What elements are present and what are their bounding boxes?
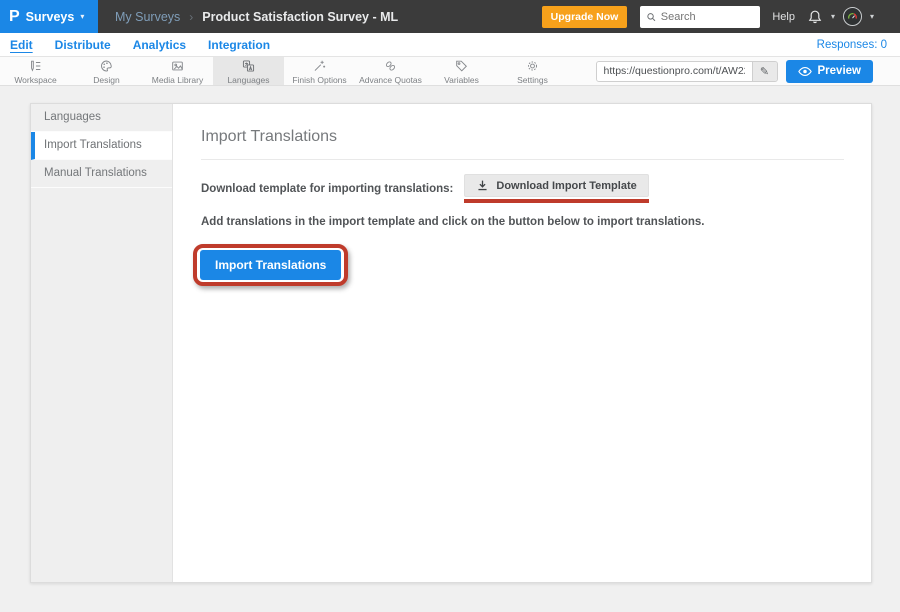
import-translations-button[interactable]: Import Translations xyxy=(200,250,341,280)
languages-sidebar: Languages Import Translations Manual Tra… xyxy=(31,104,173,582)
top-bar: P Surveys ▾ My Surveys › Product Satisfa… xyxy=(0,0,900,33)
toolbar-item-languages[interactable]: Languages xyxy=(213,57,284,85)
preview-button-label: Preview xyxy=(818,65,861,77)
edit-toolbar: Workspace Design Media Library Languages… xyxy=(0,57,900,86)
tab-distribute[interactable]: Distribute xyxy=(55,38,111,52)
download-icon xyxy=(476,179,489,192)
tab-integration[interactable]: Integration xyxy=(208,38,270,52)
page-background: Languages Import Translations Manual Tra… xyxy=(0,86,900,612)
toolbar-item-finish-options[interactable]: Finish Options xyxy=(284,57,355,85)
toolbar-item-settings[interactable]: Settings xyxy=(497,57,568,85)
instructions-text: Add translations in the import template … xyxy=(201,216,844,228)
bell-icon xyxy=(807,9,823,25)
search-icon xyxy=(646,11,656,23)
tab-analytics[interactable]: Analytics xyxy=(133,38,186,52)
toolbar-item-workspace[interactable]: Workspace xyxy=(0,57,71,85)
tab-edit[interactable]: Edit xyxy=(10,38,33,52)
languages-icon xyxy=(241,59,256,73)
product-name: Surveys xyxy=(26,10,75,24)
preview-button[interactable]: Preview xyxy=(786,60,873,83)
download-template-row: Download template for importing translat… xyxy=(201,174,844,203)
design-icon xyxy=(99,59,114,73)
account-caret-icon[interactable]: ▾ xyxy=(870,13,874,21)
languages-panel: Languages Import Translations Manual Tra… xyxy=(30,103,872,583)
page-title: Import Translations xyxy=(201,128,844,146)
title-divider xyxy=(201,159,844,160)
notifications-caret-icon[interactable]: ▾ xyxy=(831,13,835,21)
toolbar-item-media-library[interactable]: Media Library xyxy=(142,57,213,85)
red-underline-annotation: Download Import Template xyxy=(464,174,648,203)
workspace-icon xyxy=(28,59,43,73)
product-switcher[interactable]: P Surveys ▾ xyxy=(0,0,98,33)
top-bar-right: Upgrade Now Help ▾ ▾ xyxy=(542,6,900,28)
breadcrumb-current-survey-title: Product Satisfaction Survey - ML xyxy=(202,10,398,24)
responses-count[interactable]: Responses: 0 xyxy=(817,39,900,51)
chevron-down-icon: ▾ xyxy=(80,13,84,21)
toolbar-right: ✎ Preview xyxy=(596,57,900,85)
account-avatar[interactable] xyxy=(843,7,862,26)
finish-options-icon xyxy=(312,59,327,73)
questionpro-logo-icon: P xyxy=(9,9,20,25)
download-import-template-button[interactable]: Download Import Template xyxy=(464,174,648,197)
media-library-icon xyxy=(170,59,185,73)
pencil-icon: ✎ xyxy=(760,65,769,78)
eye-icon xyxy=(798,66,812,77)
survey-url-input[interactable] xyxy=(597,62,752,81)
breadcrumb-separator-icon: › xyxy=(189,10,193,24)
toolbar-item-advance-quotas[interactable]: Advance Quotas xyxy=(355,57,426,85)
global-search[interactable] xyxy=(640,6,760,28)
help-link[interactable]: Help xyxy=(772,11,795,23)
import-translations-content: Import Translations Download template fo… xyxy=(173,104,871,582)
upgrade-now-button[interactable]: Upgrade Now xyxy=(542,6,628,28)
section-tabs: Edit Distribute Analytics Integration Re… xyxy=(0,33,900,57)
red-box-annotation: Import Translations xyxy=(193,244,348,286)
gauge-avatar-icon xyxy=(846,10,859,23)
survey-url-group: ✎ xyxy=(596,61,778,82)
settings-icon xyxy=(525,59,540,73)
advance-quotas-icon xyxy=(383,59,398,73)
breadcrumb-parent[interactable]: My Surveys xyxy=(115,10,180,24)
notifications-bell-button[interactable] xyxy=(807,9,823,25)
download-template-label: Download template for importing translat… xyxy=(201,183,453,195)
download-button-label: Download Import Template xyxy=(496,180,636,192)
search-input[interactable] xyxy=(661,11,755,23)
variables-icon xyxy=(454,59,469,73)
sidebar-item-import-translations[interactable]: Import Translations xyxy=(31,132,172,160)
toolbar-item-design[interactable]: Design xyxy=(71,57,142,85)
sidebar-item-manual-translations[interactable]: Manual Translations xyxy=(31,160,172,188)
toolbar-item-variables[interactable]: Variables xyxy=(426,57,497,85)
edit-url-button[interactable]: ✎ xyxy=(752,62,777,81)
sidebar-item-languages[interactable]: Languages xyxy=(31,104,172,132)
